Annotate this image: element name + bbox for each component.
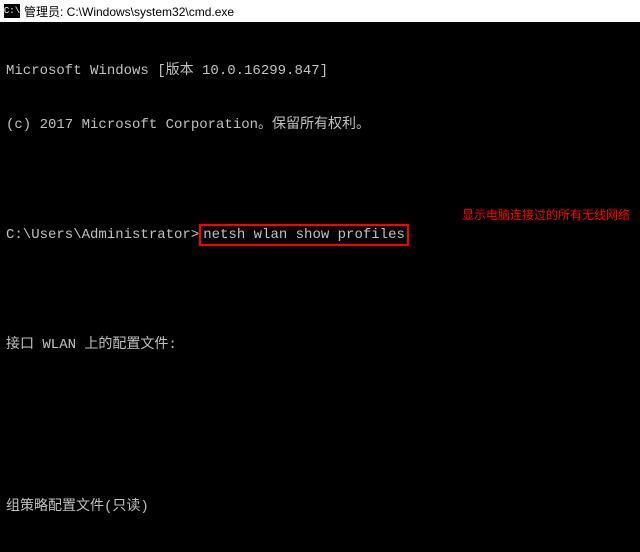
terminal-output[interactable]: Microsoft Windows [版本 10.0.16299.847] (c… <box>0 22 640 552</box>
window-titlebar: C:\ 管理员: C:\Windows\system32\cmd.exe <box>0 0 640 22</box>
group-policy-heading: 组策略配置文件(只读) <box>6 498 634 516</box>
command-highlight-box: netsh wlan show profiles <box>199 224 409 246</box>
annotation-text: 显示电脑连接过的所有无线网络 <box>462 206 630 223</box>
copyright-line: (c) 2017 Microsoft Corporation。保留所有权利。 <box>6 116 634 134</box>
prompt-line: C:\Users\Administrator>netsh wlan show p… <box>6 224 634 246</box>
window-title: 管理员: C:\Windows\system32\cmd.exe <box>24 3 234 20</box>
version-line: Microsoft Windows [版本 10.0.16299.847] <box>6 62 634 80</box>
command-text: netsh wlan show profiles <box>203 227 405 243</box>
prompt-path: C:\Users\Administrator> <box>6 227 199 243</box>
interface-heading: 接口 WLAN 上的配置文件: <box>6 336 634 354</box>
cmd-icon: C:\ <box>4 4 20 18</box>
